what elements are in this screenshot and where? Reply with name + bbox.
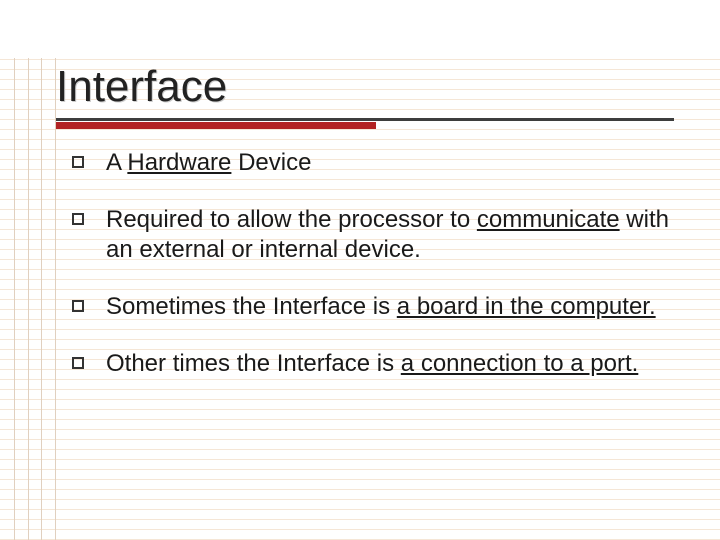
- title-underline: [56, 118, 680, 130]
- bullet-text: Required to allow the processor to commu…: [106, 205, 672, 264]
- square-bullet-icon: [72, 156, 84, 168]
- slide: Interface A Hardware Device Required to …: [0, 0, 720, 540]
- square-bullet-icon: [72, 357, 84, 369]
- underline-red-icon: [56, 122, 376, 129]
- square-bullet-icon: [72, 213, 84, 225]
- slide-title: Interface: [56, 62, 680, 112]
- list-item: Sometimes the Interface is a board in th…: [72, 292, 672, 321]
- underline-dark-icon: [56, 118, 674, 121]
- bullet-list: A Hardware Device Required to allow the …: [72, 148, 672, 406]
- title-block: Interface: [56, 62, 680, 130]
- list-item: Other times the Interface is a connectio…: [72, 349, 672, 378]
- list-item: Required to allow the processor to commu…: [72, 205, 672, 264]
- bullet-text: Other times the Interface is a connectio…: [106, 349, 672, 378]
- bullet-text: Sometimes the Interface is a board in th…: [106, 292, 672, 321]
- square-bullet-icon: [72, 300, 84, 312]
- list-item: A Hardware Device: [72, 148, 672, 177]
- bullet-text: A Hardware Device: [106, 148, 672, 177]
